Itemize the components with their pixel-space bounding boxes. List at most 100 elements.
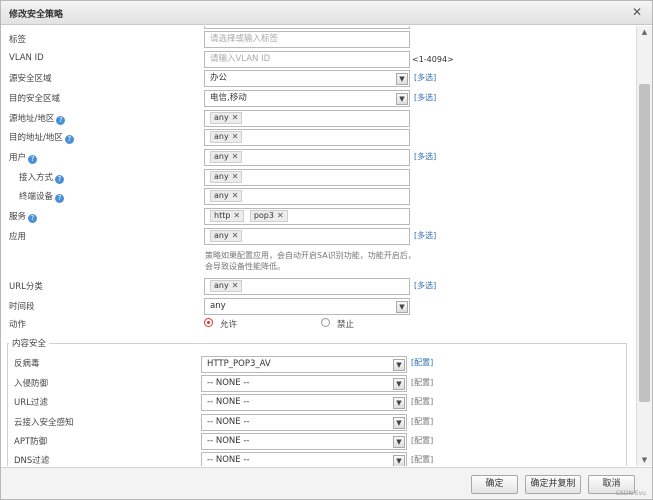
time-range-select[interactable]: any <box>204 298 410 315</box>
dns-filter-config-link[interactable]: [配置] <box>411 454 433 465</box>
service-tag: pop3 ✕ <box>249 210 288 222</box>
help-icon[interactable]: ? <box>55 194 65 203</box>
watermark: CSDN·Evu <box>615 490 646 497</box>
src-zone-select[interactable]: 办公 <box>204 70 410 87</box>
any-tag: any ✕ <box>210 230 243 242</box>
src-address-label-text: 源地址/地区 <box>9 114 55 124</box>
dst-address-input[interactable]: any ✕ <box>204 129 410 146</box>
service-label-text: 服务 <box>9 212 27 222</box>
remove-tag-icon[interactable]: ✕ <box>232 152 239 161</box>
apt-config-link[interactable]: [配置] <box>411 435 433 446</box>
vlan-label: VLAN ID <box>9 53 44 63</box>
ips-select[interactable]: -- NONE -- <box>201 375 407 392</box>
remove-tag-icon[interactable]: ✕ <box>232 191 239 200</box>
url-filter-select[interactable]: -- NONE -- <box>201 394 407 411</box>
any-tag: any ✕ <box>210 112 243 124</box>
tag-text: any <box>214 172 229 181</box>
help-icon[interactable]: ? <box>56 116 66 125</box>
ok-copy-button[interactable]: 确定并复制 <box>525 475 581 494</box>
chevron-down-icon[interactable]: ▼ <box>396 93 408 105</box>
dst-address-label: 目的地址/地区? <box>9 131 74 144</box>
scroll-down-icon[interactable]: ▼ <box>637 454 652 466</box>
dst-zone-label: 目的安全区域 <box>9 94 61 104</box>
chevron-down-icon[interactable]: ▼ <box>393 378 405 390</box>
remove-tag-icon[interactable]: ✕ <box>232 172 239 181</box>
dst-zone-select[interactable]: 电信,移动 <box>204 90 410 107</box>
any-tag: any ✕ <box>210 190 243 202</box>
remove-tag-icon[interactable]: ✕ <box>232 132 239 141</box>
dst-zone-multi-link[interactable]: [多选] <box>414 92 436 103</box>
ips-config-link[interactable]: [配置] <box>411 377 433 388</box>
content-security-legend: 内容安全 <box>9 337 50 349</box>
chevron-down-icon[interactable]: ▼ <box>396 73 408 85</box>
vlan-input[interactable]: 请输入VLAN ID <box>204 51 410 68</box>
apt-label: APT防御 <box>14 437 48 447</box>
ok-button[interactable]: 确定 <box>471 475 518 494</box>
remove-tag-icon[interactable]: ✕ <box>232 231 239 240</box>
time-range-label: 时间段 <box>9 302 35 312</box>
antivirus-label: 反病毒 <box>14 359 40 369</box>
app-input[interactable]: any ✕ <box>204 228 410 245</box>
remove-tag-icon[interactable]: ✕ <box>277 211 284 220</box>
chevron-down-icon[interactable]: ▼ <box>393 455 405 466</box>
tag-text: pop3 <box>253 211 274 220</box>
chevron-down-icon[interactable]: ▼ <box>393 436 405 448</box>
antivirus-select[interactable]: HTTP_POP3_AV <box>201 356 407 373</box>
permit-radio[interactable] <box>204 318 213 327</box>
any-tag: any ✕ <box>210 280 243 292</box>
url-category-input[interactable]: any ✕ <box>204 278 410 295</box>
url-category-label: URL分类 <box>9 282 43 292</box>
user-label-text: 用户 <box>9 153 27 163</box>
help-icon[interactable]: ? <box>28 214 38 223</box>
close-icon[interactable]: ✕ <box>632 5 642 19</box>
dst-address-label-text: 目的地址/地区 <box>9 133 63 143</box>
remove-tag-icon[interactable]: ✕ <box>233 211 240 220</box>
url-filter-label: URL过滤 <box>14 398 48 408</box>
ips-label: 入侵防御 <box>14 379 49 389</box>
vertical-scrollbar[interactable]: ▲ ▼ <box>636 26 652 466</box>
access-label-text: 接入方式 <box>19 173 54 183</box>
action-label: 动作 <box>9 320 27 330</box>
url-filter-config-link[interactable]: [配置] <box>411 396 433 407</box>
vlan-range-hint: <1-4094> <box>412 55 454 64</box>
remove-tag-icon[interactable]: ✕ <box>232 113 239 122</box>
dns-filter-select[interactable]: -- NONE -- <box>201 452 407 466</box>
scroll-up-icon[interactable]: ▲ <box>637 26 652 38</box>
help-icon[interactable]: ? <box>28 155 38 164</box>
previous-field[interactable] <box>204 26 410 29</box>
chevron-down-icon[interactable]: ▼ <box>393 359 405 371</box>
user-input[interactable]: any ✕ <box>204 149 410 166</box>
terminal-label-text: 终端设备 <box>19 192 54 202</box>
src-address-input[interactable]: any ✕ <box>204 110 410 127</box>
remove-tag-icon[interactable]: ✕ <box>232 281 239 290</box>
chevron-down-icon[interactable]: ▼ <box>393 417 405 429</box>
antivirus-config-link[interactable]: [配置] <box>411 357 433 368</box>
terminal-label: 终端设备? <box>19 190 65 203</box>
user-multi-link[interactable]: [多选] <box>414 151 436 162</box>
app-label: 应用 <box>9 232 27 242</box>
cloud-access-config-link[interactable]: [配置] <box>411 416 433 427</box>
terminal-input[interactable]: any ✕ <box>204 188 410 205</box>
help-icon[interactable]: ? <box>55 175 65 184</box>
tag-text: any <box>214 132 229 141</box>
tag-text: any <box>214 152 229 161</box>
service-input[interactable]: http ✕ pop3 ✕ <box>204 208 410 225</box>
cloud-access-label: 云接入安全感知 <box>14 418 74 428</box>
deny-radio[interactable] <box>321 318 330 327</box>
chevron-down-icon[interactable]: ▼ <box>393 397 405 409</box>
apt-select[interactable]: -- NONE -- <box>201 433 407 450</box>
tag-input[interactable]: 请选择或输入标签 <box>204 31 410 48</box>
tag-text: any <box>214 281 229 290</box>
scroll-thumb[interactable] <box>639 84 650 402</box>
tag-label: 标签 <box>9 35 27 45</box>
src-zone-label: 源安全区域 <box>9 74 52 84</box>
cloud-access-select[interactable]: -- NONE -- <box>201 414 407 431</box>
access-input[interactable]: any ✕ <box>204 169 410 186</box>
url-multi-link[interactable]: [多选] <box>414 280 436 291</box>
chevron-down-icon[interactable]: ▼ <box>396 301 408 313</box>
help-icon[interactable]: ? <box>64 135 74 144</box>
dialog-footer: 确定 确定并复制 取消 CSDN·Evu <box>1 467 652 499</box>
user-label: 用户? <box>9 151 38 164</box>
app-multi-link[interactable]: [多选] <box>414 230 436 241</box>
src-zone-multi-link[interactable]: [多选] <box>414 72 436 83</box>
